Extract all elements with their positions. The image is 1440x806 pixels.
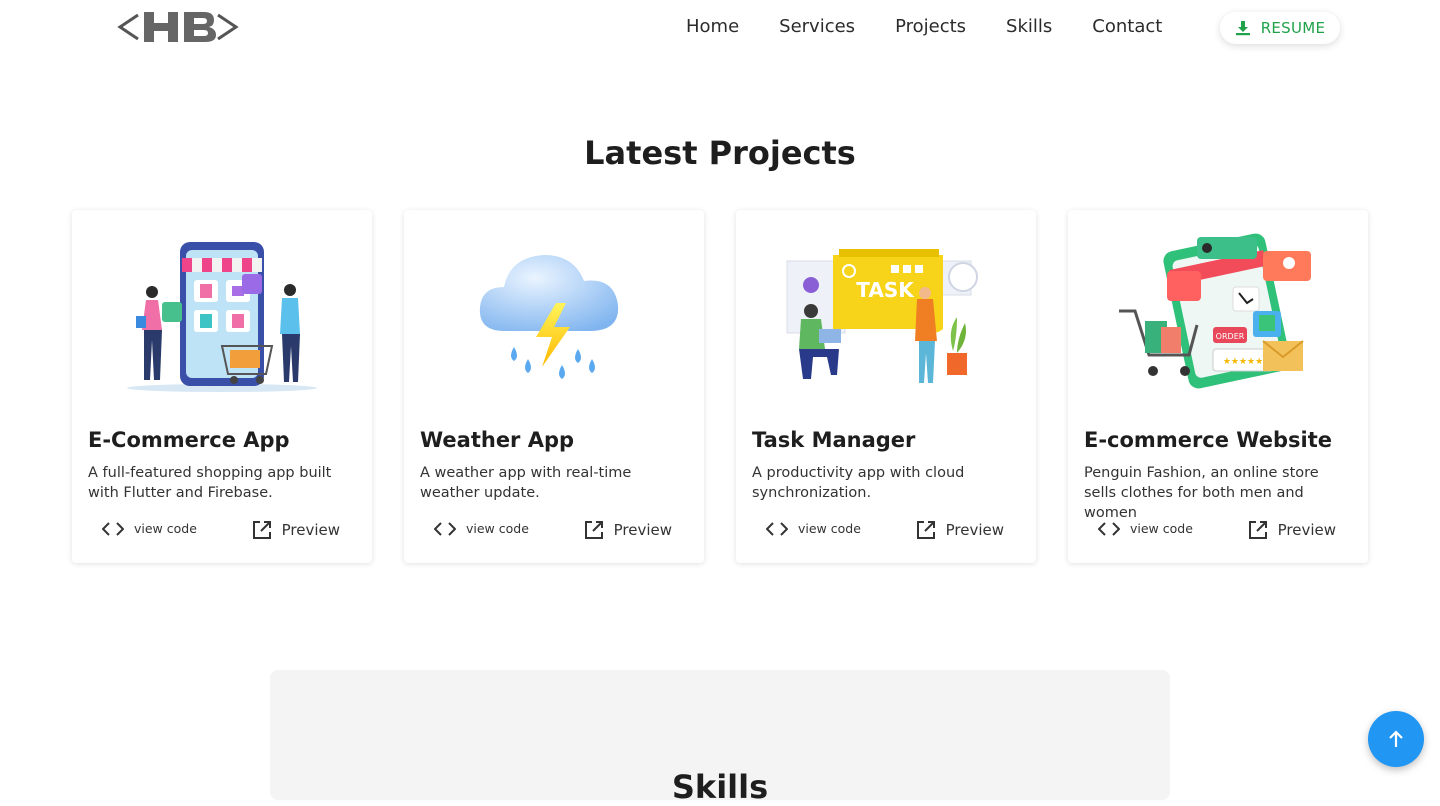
project-title: Weather App [420, 428, 575, 452]
project-description: A weather app with real-time weather upd… [420, 465, 632, 501]
preview-label: Preview [945, 521, 1004, 539]
view-code-link[interactable]: view code [102, 521, 197, 536]
svg-text:★★★★★: ★★★★★ [1223, 357, 1263, 367]
project-description: A full-featured shopping app built with … [88, 465, 332, 501]
project-description: Penguin Fashion, an online store sells c… [1084, 465, 1319, 521]
view-code-label: view code [466, 521, 529, 536]
project-title: E-commerce Website [1084, 428, 1332, 452]
logo[interactable] [116, 9, 240, 45]
project-card: Weather App A weather app with real-time… [404, 210, 704, 563]
view-code-link[interactable]: view code [434, 521, 529, 536]
external-link-icon [584, 521, 603, 539]
preview-label: Preview [613, 521, 672, 539]
preview-label: Preview [281, 521, 340, 539]
project-description: A productivity app with cloud synchroniz… [752, 465, 965, 501]
view-code-label: view code [798, 521, 861, 536]
svg-text:ORDER: ORDER [1216, 332, 1245, 341]
download-icon [1235, 21, 1250, 36]
project-title: Task Manager [752, 428, 916, 452]
external-link-icon [1248, 521, 1267, 539]
skills-section: Skills [270, 670, 1170, 806]
external-link-icon [916, 521, 935, 539]
project-card: E-Commerce App A full-featured shopping … [72, 210, 372, 563]
external-link-icon [252, 521, 271, 539]
preview-link[interactable]: Preview [584, 520, 672, 540]
resume-button[interactable]: RESUME [1220, 12, 1340, 44]
view-code-link[interactable]: view code [1098, 521, 1193, 536]
view-code-label: view code [1130, 521, 1193, 536]
storm-cloud-illustration [404, 222, 704, 410]
main-menu: Home Services Projects Skills Contact [686, 16, 1162, 38]
skills-title: Skills [671, 768, 769, 806]
nav-contact[interactable]: Contact [1092, 16, 1162, 38]
view-code-link[interactable]: view code [766, 521, 861, 536]
resume-label: RESUME [1260, 19, 1326, 37]
nav-skills[interactable]: Skills [1006, 16, 1052, 38]
task-board-illustration: TASK [736, 222, 1036, 410]
scroll-to-top-button[interactable] [1368, 711, 1424, 767]
nav-projects[interactable]: Projects [895, 16, 966, 38]
code-icon [1098, 521, 1120, 536]
project-cards: E-Commerce App A full-featured shopping … [72, 210, 1368, 563]
arrow-up-icon [1389, 730, 1403, 747]
project-card: TASK Task Manager A productivity app wit… [736, 210, 1036, 563]
code-icon [766, 521, 788, 536]
nav-services[interactable]: Services [779, 16, 855, 38]
shopping-illustration [72, 222, 372, 410]
view-code-label: view code [134, 521, 197, 536]
preview-label: Preview [1277, 521, 1336, 539]
projects-title: Latest Projects [584, 134, 856, 172]
nav-home[interactable]: Home [686, 16, 739, 38]
code-icon [102, 521, 124, 536]
project-title: E-Commerce App [88, 428, 290, 452]
online-store-illustration: ORDER ★★★★★ [1068, 222, 1368, 410]
project-card: ORDER ★★★★★ E-commerce Website Penguin F… [1068, 210, 1368, 563]
preview-link[interactable]: Preview [1248, 520, 1336, 540]
svg-text:TASK: TASK [856, 278, 915, 302]
preview-link[interactable]: Preview [252, 520, 340, 540]
navbar: Home Services Projects Skills Contact RE… [0, 0, 1440, 56]
code-icon [434, 521, 456, 536]
preview-link[interactable]: Preview [916, 520, 1004, 540]
